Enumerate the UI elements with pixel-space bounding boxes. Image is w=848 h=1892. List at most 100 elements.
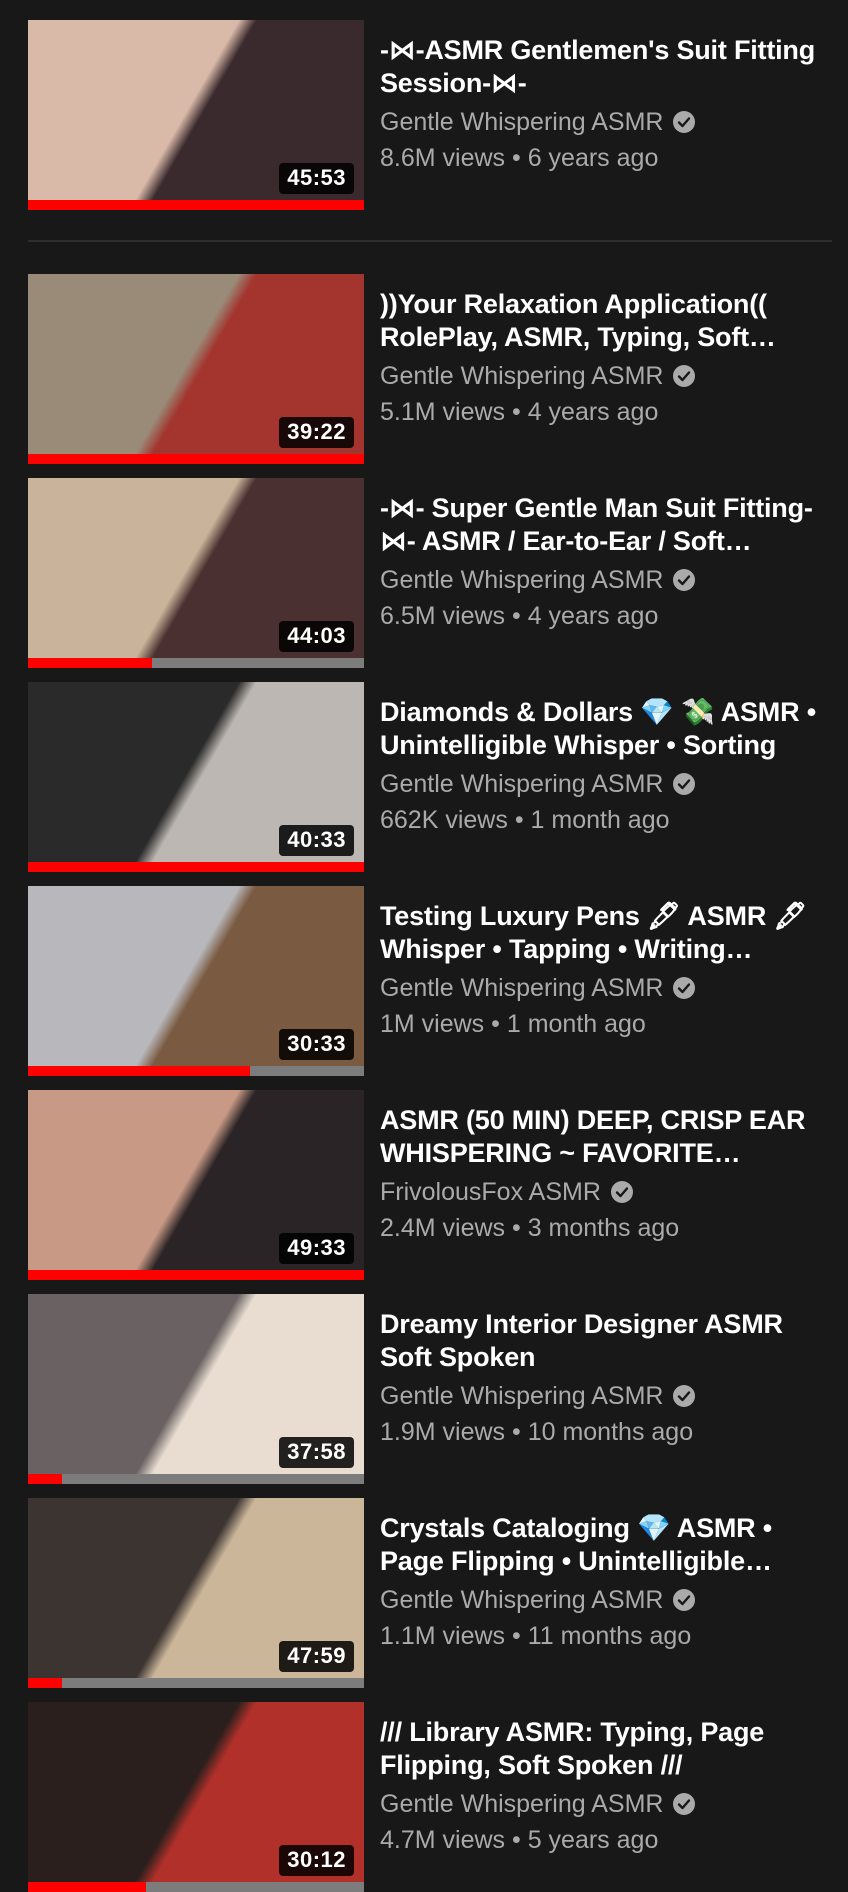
- channel-name-row[interactable]: Gentle Whispering ASMR: [380, 1583, 820, 1617]
- channel-name[interactable]: Gentle Whispering ASMR: [380, 563, 663, 597]
- section-divider: [28, 240, 832, 242]
- watch-progress-track: [28, 1270, 364, 1280]
- view-count: 4.7M views: [380, 1826, 506, 1854]
- video-item[interactable]: 37:58 Dreamy Interior Designer ASMR Soft…: [28, 1294, 828, 1484]
- video-item[interactable]: 47:59 Crystals Cataloging 💎 ASMR • Page …: [28, 1498, 828, 1688]
- video-meta: Dreamy Interior Designer ASMR Soft Spoke…: [380, 1308, 820, 1449]
- channel-name[interactable]: Gentle Whispering ASMR: [380, 105, 663, 139]
- video-title[interactable]: Crystals Cataloging 💎 ASMR • Page Flippi…: [380, 1512, 820, 1578]
- separator-dot: •: [512, 398, 528, 426]
- video-title[interactable]: /// Library ASMR: Typing, Page Flipping,…: [380, 1716, 820, 1782]
- separator-dot: •: [512, 144, 528, 172]
- channel-name[interactable]: Gentle Whispering ASMR: [380, 1379, 663, 1413]
- video-thumbnail[interactable]: 40:33: [28, 682, 364, 872]
- video-meta: ASMR (50 MIN) DEEP, CRISP EAR WHISPERING…: [380, 1104, 820, 1245]
- watch-progress-fill: [28, 1678, 62, 1688]
- view-count: 5.1M views: [380, 398, 506, 426]
- channel-name[interactable]: FrivolousFox ASMR: [380, 1175, 601, 1209]
- upload-age: 6 years ago: [527, 144, 659, 172]
- watch-progress-track: [28, 1066, 364, 1076]
- video-thumbnail[interactable]: 30:33: [28, 886, 364, 1076]
- channel-name-row[interactable]: FrivolousFox ASMR: [380, 1175, 820, 1209]
- upload-age: 1 month ago: [530, 806, 670, 834]
- upload-age: 10 months ago: [527, 1418, 694, 1446]
- channel-name-row[interactable]: Gentle Whispering ASMR: [380, 563, 820, 597]
- duration-badge: 47:59: [279, 1641, 354, 1672]
- channel-name-row[interactable]: Gentle Whispering ASMR: [380, 971, 820, 1005]
- watch-progress-fill: [28, 862, 364, 872]
- video-stats: 1.9M views • 10 months ago: [380, 1415, 820, 1449]
- duration-badge: 30:12: [279, 1845, 354, 1876]
- view-count: 6.5M views: [380, 602, 506, 630]
- view-count: 1.1M views: [380, 1622, 506, 1650]
- channel-name[interactable]: Gentle Whispering ASMR: [380, 767, 663, 801]
- video-title[interactable]: ))Your Relaxation Application(( RolePlay…: [380, 288, 820, 354]
- duration-badge: 40:33: [279, 825, 354, 856]
- video-thumbnail[interactable]: 44:03: [28, 478, 364, 668]
- channel-name-row[interactable]: Gentle Whispering ASMR: [380, 1787, 820, 1821]
- separator-dot: •: [512, 1826, 528, 1854]
- channel-name[interactable]: Gentle Whispering ASMR: [380, 1787, 663, 1821]
- video-meta: /// Library ASMR: Typing, Page Flipping,…: [380, 1716, 820, 1857]
- watch-progress-track: [28, 1474, 364, 1484]
- video-thumbnail[interactable]: 45:53: [28, 20, 364, 210]
- video-meta: ))Your Relaxation Application(( RolePlay…: [380, 288, 820, 429]
- watch-progress-track: [28, 862, 364, 872]
- video-item[interactable]: 44:03 -⋈- Super Gentle Man Suit Fitting-…: [28, 478, 828, 668]
- separator-dot: •: [512, 1418, 528, 1446]
- upload-age: 3 months ago: [527, 1214, 680, 1242]
- video-item[interactable]: 30:12 /// Library ASMR: Typing, Page Fli…: [28, 1702, 828, 1892]
- video-stats: 2.4M views • 3 months ago: [380, 1211, 820, 1245]
- video-title[interactable]: -⋈- Super Gentle Man Suit Fitting-⋈- ASM…: [380, 492, 820, 558]
- view-count: 662K views: [380, 806, 508, 834]
- verified-check-icon: [673, 111, 696, 133]
- channel-name-row[interactable]: Gentle Whispering ASMR: [380, 105, 820, 139]
- watch-progress-fill: [28, 1474, 62, 1484]
- video-thumbnail[interactable]: 47:59: [28, 1498, 364, 1688]
- channel-name-row[interactable]: Gentle Whispering ASMR: [380, 359, 820, 393]
- video-stats: 1M views • 1 month ago: [380, 1007, 820, 1041]
- video-item[interactable]: 45:53 -⋈-ASMR Gentlemen's Suit Fitting S…: [28, 20, 828, 210]
- watch-progress-fill: [28, 454, 364, 464]
- duration-badge: 49:33: [279, 1233, 354, 1264]
- verified-check-icon: [673, 1385, 696, 1407]
- video-title[interactable]: Diamonds & Dollars 💎 💸 ASMR • Unintellig…: [380, 696, 820, 762]
- watch-progress-track: [28, 1678, 364, 1688]
- channel-name-row[interactable]: Gentle Whispering ASMR: [380, 767, 820, 801]
- video-thumbnail[interactable]: 37:58: [28, 1294, 364, 1484]
- verified-check-icon: [673, 365, 696, 387]
- separator-dot: •: [512, 1214, 528, 1242]
- verified-check-icon: [673, 773, 696, 795]
- video-title[interactable]: -⋈-ASMR Gentlemen's Suit Fitting Session…: [380, 34, 820, 100]
- video-item[interactable]: 39:22 ))Your Relaxation Application(( Ro…: [28, 274, 828, 464]
- channel-name[interactable]: Gentle Whispering ASMR: [380, 1583, 663, 1617]
- video-title[interactable]: ASMR (50 MIN) DEEP, CRISP EAR WHISPERING…: [380, 1104, 820, 1170]
- video-meta: Testing Luxury Pens 🖋 ASMR 🖋 Whisper • T…: [380, 900, 820, 1041]
- duration-badge: 37:58: [279, 1437, 354, 1468]
- video-stats: 4.7M views • 5 years ago: [380, 1823, 820, 1857]
- upload-age: 4 years ago: [527, 602, 659, 630]
- video-title[interactable]: Testing Luxury Pens 🖋 ASMR 🖋 Whisper • T…: [380, 900, 820, 966]
- duration-badge: 44:03: [279, 621, 354, 652]
- channel-name[interactable]: Gentle Whispering ASMR: [380, 971, 663, 1005]
- video-thumbnail[interactable]: 49:33: [28, 1090, 364, 1280]
- video-meta: Diamonds & Dollars 💎 💸 ASMR • Unintellig…: [380, 696, 820, 837]
- video-item[interactable]: 49:33 ASMR (50 MIN) DEEP, CRISP EAR WHIS…: [28, 1090, 828, 1280]
- view-count: 2.4M views: [380, 1214, 506, 1242]
- verified-check-icon: [673, 1589, 696, 1611]
- video-thumbnail[interactable]: 39:22: [28, 274, 364, 464]
- video-item[interactable]: 40:33 Diamonds & Dollars 💎 💸 ASMR • Unin…: [28, 682, 828, 872]
- video-meta: Crystals Cataloging 💎 ASMR • Page Flippi…: [380, 1512, 820, 1653]
- separator-dot: •: [512, 1622, 528, 1650]
- watch-progress-fill: [28, 658, 153, 668]
- channel-name[interactable]: Gentle Whispering ASMR: [380, 359, 663, 393]
- video-thumbnail[interactable]: 30:12: [28, 1702, 364, 1892]
- video-stats: 5.1M views • 4 years ago: [380, 395, 820, 429]
- video-meta: -⋈-ASMR Gentlemen's Suit Fitting Session…: [380, 34, 820, 175]
- video-item[interactable]: 30:33 Testing Luxury Pens 🖋 ASMR 🖋 Whisp…: [28, 886, 828, 1076]
- watch-progress-fill: [28, 200, 364, 210]
- separator-dot: •: [491, 1010, 507, 1038]
- video-title[interactable]: Dreamy Interior Designer ASMR Soft Spoke…: [380, 1308, 820, 1374]
- channel-name-row[interactable]: Gentle Whispering ASMR: [380, 1379, 820, 1413]
- view-count: 8.6M views: [380, 144, 506, 172]
